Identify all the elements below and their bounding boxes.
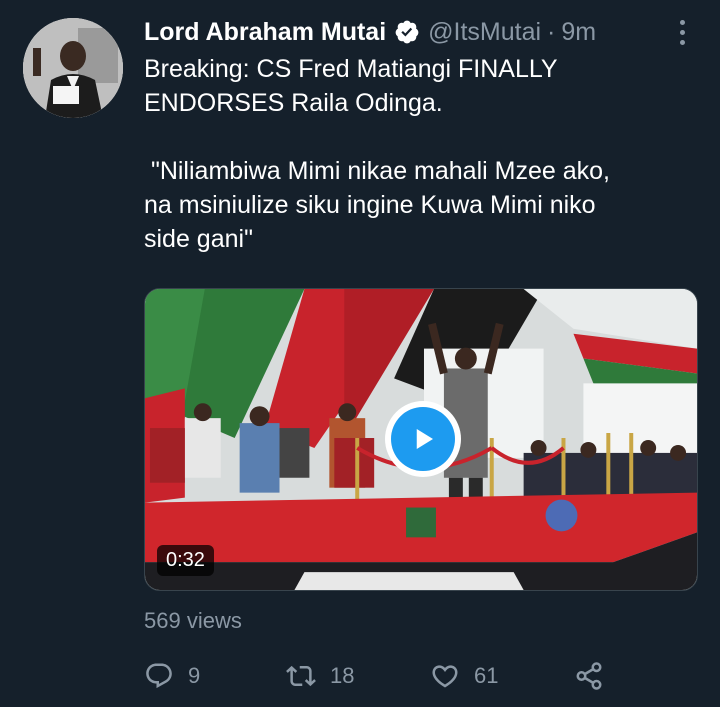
retweet-icon	[286, 665, 316, 687]
tweet-text-line: side gani"	[144, 225, 253, 253]
view-count[interactable]: 569 views	[144, 608, 242, 634]
play-button[interactable]	[385, 401, 461, 477]
retweet-count: 18	[330, 663, 355, 688]
tweet-text-line: na msiniulize siku ingine Kuwa Mimi niko	[144, 191, 596, 219]
author-handle[interactable]: @ItsMutai	[428, 18, 541, 47]
avatar-photo	[23, 18, 123, 118]
reply-count: 9	[188, 663, 201, 688]
video-duration-badge: 0:32	[157, 545, 214, 576]
retweet-button[interactable]: 18	[286, 656, 354, 696]
avatar[interactable]	[23, 18, 123, 118]
timestamp[interactable]: 9m	[561, 18, 596, 47]
tweet-text-blank-line	[144, 120, 699, 154]
heart-icon	[432, 665, 458, 688]
tweet: Lord Abraham Mutai @ItsMutai · 9m Breaki…	[0, 0, 720, 707]
separator-dot: ·	[547, 17, 556, 46]
like-count: 61	[474, 663, 499, 688]
more-options-icon[interactable]	[670, 14, 694, 50]
reply-icon	[146, 663, 172, 689]
verified-badge-icon	[394, 19, 420, 45]
author-display-name[interactable]: Lord Abraham Mutai	[144, 18, 386, 47]
reply-button[interactable]: 9	[144, 656, 200, 696]
share-icon	[576, 662, 602, 690]
action-bar: 9 18 61	[144, 656, 614, 696]
share-button[interactable]	[574, 656, 604, 696]
like-button[interactable]: 61	[430, 656, 498, 696]
tweet-text-line: Breaking: CS Fred Matiangi FINALLY	[144, 55, 558, 83]
tweet-text: Breaking: CS Fred Matiangi FINALLY ENDOR…	[144, 52, 699, 256]
tweet-text-line: "Niliambiwa Mimi nikae mahali Mzee ako,	[144, 157, 610, 185]
tweet-text-line: ENDORSES Raila Odinga.	[144, 89, 443, 117]
tweet-header: Lord Abraham Mutai @ItsMutai · 9m	[144, 14, 596, 50]
play-icon	[391, 407, 455, 471]
video-player[interactable]: 0:32	[144, 288, 698, 591]
